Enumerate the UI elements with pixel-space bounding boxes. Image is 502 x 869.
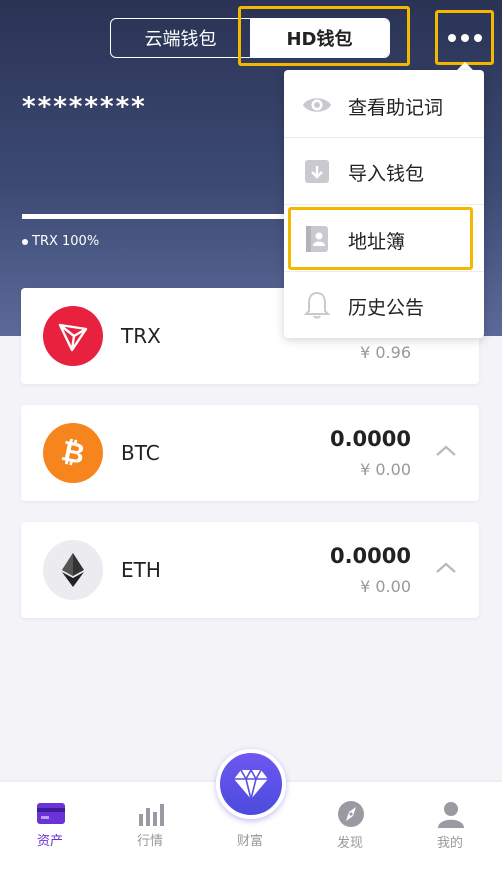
tab-label: 行情 [136,834,163,849]
chevron-up-icon[interactable] [433,441,459,461]
coin-name: ETH [121,558,161,582]
tab-label: 我的 [436,836,463,851]
menu-item-import-wallet[interactable]: 导入钱包 [284,138,484,204]
eye-icon [303,98,331,112]
more-dot [461,34,469,42]
tab-cloud-wallet[interactable]: 云端钱包 [111,19,250,57]
allocation-label: TRX 100% [32,234,100,249]
coin-card-btc[interactable]: ₿ BTC 0.0000 ¥ 0.00 [21,405,479,501]
menu-divider [284,204,484,205]
tron-logo-icon [43,306,103,366]
menu-item-label: 查看助记词 [348,97,444,119]
coin-amount: 0.0000 [329,427,411,451]
total-balance-masked[interactable]: ******** [22,92,147,122]
menu-item-address-book[interactable]: 地址簿 [284,206,484,272]
wealth-center-button[interactable] [216,749,286,819]
tab-assets[interactable]: 资产 [0,782,100,869]
more-dot [474,34,482,42]
chevron-up-icon[interactable] [433,558,459,578]
coin-name: BTC [121,441,160,465]
diamond-icon [234,768,268,800]
allocation-legend: TRX 100% [22,234,99,249]
more-button[interactable] [438,13,492,63]
tab-label: 财富 [236,834,263,849]
coin-fiat-value: ¥ 0.00 [360,460,411,479]
menu-item-view-mnemonic[interactable]: 查看助记词 [284,72,484,138]
menu-item-history-announcement[interactable]: 历史公告 [284,272,484,338]
tab-label: 发现 [336,836,363,851]
coin-fiat-value: ¥ 0.96 [360,343,411,362]
wallet-card-icon [37,803,65,824]
menu-item-label: 导入钱包 [348,163,425,185]
more-horizontal-icon [448,34,456,42]
ethereum-logo-icon [43,540,103,600]
bell-icon [303,291,331,319]
user-icon [438,802,464,828]
menu-item-label: 历史公告 [348,297,425,319]
coin-fiat-value: ¥ 0.00 [360,577,411,596]
coin-name: TRX [121,324,161,348]
address-book-icon [306,226,328,252]
bar-chart-icon [139,804,164,826]
svg-text:₿: ₿ [59,436,88,470]
import-wallet-icon [305,160,329,183]
coin-amount: 0.0000 [329,544,411,568]
tab-hd-wallet[interactable]: HD钱包 [250,19,389,57]
tab-label: 资产 [36,834,63,849]
wallet-type-switch: 云端钱包 HD钱包 [110,18,390,58]
coin-card-eth[interactable]: ETH 0.0000 ¥ 0.00 [21,522,479,618]
more-dropdown-menu: 查看助记词 导入钱包 地址簿 历史公告 [284,70,484,338]
allocation-bar [22,214,322,219]
menu-item-label: 地址簿 [348,231,406,253]
legend-dot [22,238,28,245]
tab-mine[interactable]: 我的 [400,782,500,869]
bitcoin-logo-icon: ₿ [43,423,103,483]
compass-icon [338,801,364,827]
tab-market[interactable]: 行情 [100,782,200,869]
tab-discover[interactable]: 发现 [300,782,400,869]
